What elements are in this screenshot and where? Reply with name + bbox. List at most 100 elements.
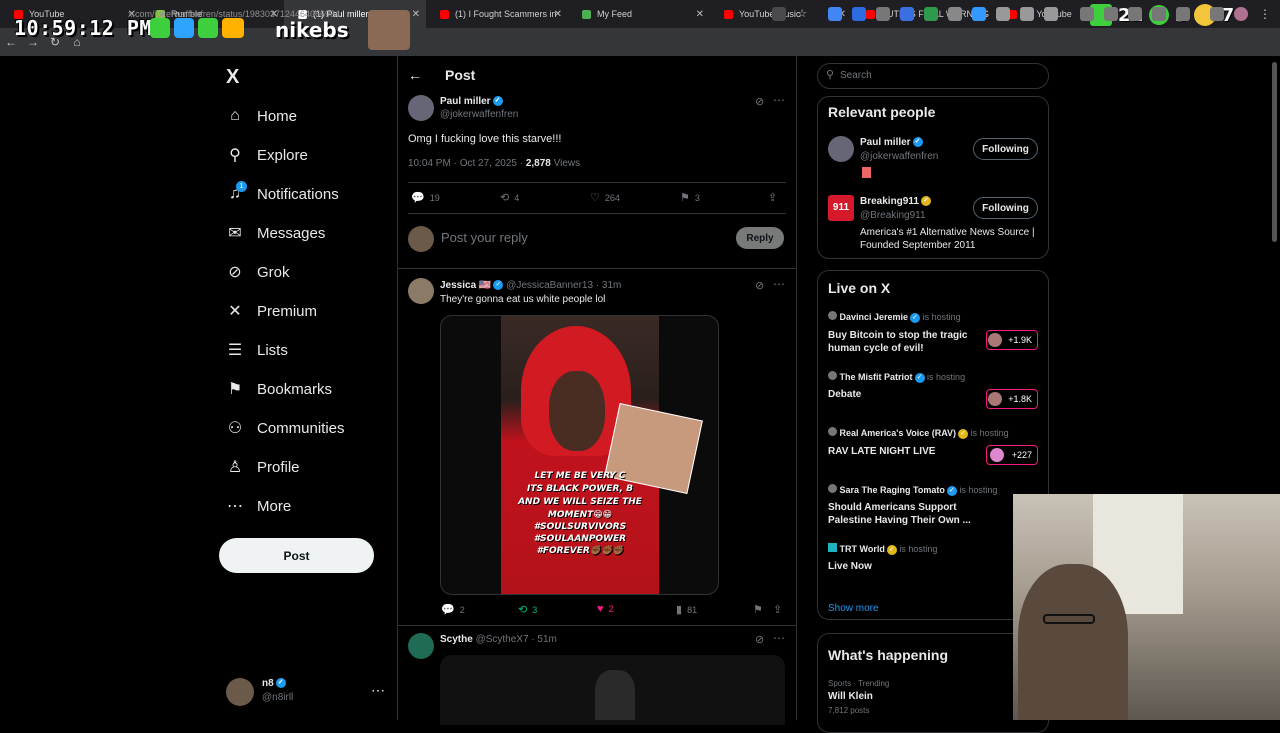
devtools-icon[interactable] xyxy=(1128,7,1142,21)
post-text: Omg I fucking love this starve!!! xyxy=(408,133,562,145)
reply-input[interactable]: Post your reply xyxy=(441,230,528,245)
avatar xyxy=(828,484,837,493)
avatar[interactable] xyxy=(828,136,854,162)
sidebar-item-premium[interactable]: ✕ Premium xyxy=(226,297,317,325)
more-options-icon[interactable]: ⋯ xyxy=(371,682,385,699)
reply-action[interactable]: 💬 19 xyxy=(411,191,440,204)
home-icon: ⌂ xyxy=(230,107,240,124)
live-title[interactable]: Debate xyxy=(828,388,861,401)
reply-icon: 💬 xyxy=(411,192,425,204)
post-button[interactable]: Post xyxy=(219,538,374,573)
live-host[interactable]: The Misfit Patriot ✓ is hosting xyxy=(828,371,965,383)
extension-icon[interactable] xyxy=(1176,7,1190,21)
sidebar-item-notifications[interactable]: ♫ 1 Notifications xyxy=(226,180,339,208)
like-action[interactable]: ♥ 2 xyxy=(597,603,614,615)
extension-icon[interactable] xyxy=(1020,7,1034,21)
trend-name[interactable]: Will Klein xyxy=(828,691,873,702)
live-host[interactable]: Sara The Raging Tomato ✓ is hosting xyxy=(828,484,997,496)
extension-icon[interactable] xyxy=(1104,7,1118,21)
repost-action[interactable]: ⟲ 4 xyxy=(500,191,519,204)
section-title: What's happening xyxy=(828,647,948,663)
grok-icon[interactable]: ⊘ xyxy=(755,95,764,108)
avatar[interactable] xyxy=(408,633,434,659)
reply-action[interactable]: 💬 2 xyxy=(441,603,465,616)
person-name[interactable]: Breaking911 ✓ xyxy=(860,196,931,207)
person-handle[interactable]: @Breaking911 xyxy=(860,210,926,221)
bookmark-action[interactable]: ⚑ 3 xyxy=(680,191,700,204)
live-title[interactable]: Should Americans Support Palestine Havin… xyxy=(828,501,978,527)
x-logo[interactable]: X xyxy=(226,66,239,89)
sidebar-item-label: Profile xyxy=(257,458,300,476)
search-input[interactable]: Search xyxy=(817,63,1049,89)
bookmark-icon[interactable]: ⚑ xyxy=(753,603,763,616)
extension-icon[interactable] xyxy=(876,7,890,21)
extension-icon[interactable] xyxy=(972,7,986,21)
repost-action[interactable]: ⟲ 3 xyxy=(518,603,537,616)
live-title[interactable]: Buy Bitcoin to stop the tragic human cyc… xyxy=(828,329,978,355)
person-handle[interactable]: @jokerwaffenfren xyxy=(860,151,938,162)
extension-icon[interactable] xyxy=(924,7,938,21)
install-icon[interactable] xyxy=(772,7,786,21)
extension-icon[interactable] xyxy=(852,7,866,21)
post-handle[interactable]: @jokerwaffenfren xyxy=(440,109,518,120)
sidebar-item-bookmarks[interactable]: ⚑ Bookmarks xyxy=(226,375,332,403)
sidebar-item-label: Home xyxy=(257,107,298,125)
more-icon[interactable]: ⋯ xyxy=(773,93,785,107)
more-icon[interactable]: ⋯ xyxy=(773,631,785,645)
share-icon[interactable]: ⇪ xyxy=(768,191,777,204)
person-name[interactable]: Paul miller ✓ xyxy=(860,137,923,148)
extension-icon[interactable] xyxy=(828,7,842,21)
star-icon[interactable]: ☆ xyxy=(795,7,809,21)
avatar xyxy=(988,392,1002,406)
reply-button[interactable]: Reply xyxy=(736,227,784,249)
sidebar-item-label: Premium xyxy=(257,302,318,320)
following-button[interactable]: Following xyxy=(973,197,1038,219)
avatar xyxy=(226,678,254,706)
scrollbar[interactable] xyxy=(1272,62,1277,242)
views-action[interactable]: ▮ 81 xyxy=(676,603,697,616)
search-icon: ⚲ xyxy=(229,147,241,164)
history-icon[interactable] xyxy=(1080,7,1094,21)
avatar[interactable] xyxy=(408,95,434,121)
extension-icon[interactable] xyxy=(948,7,962,21)
menu-icon[interactable]: ⋮ xyxy=(1258,7,1272,21)
sidebar-item-home[interactable]: ⌂ Home xyxy=(226,102,297,130)
extension-icon[interactable] xyxy=(1210,7,1224,21)
grok-icon[interactable]: ⊘ xyxy=(755,633,764,646)
live-host[interactable]: TRT World ✓ is hosting xyxy=(828,543,937,555)
grok-icon[interactable]: ⊘ xyxy=(755,279,764,292)
sidebar-item-grok[interactable]: ⊘ Grok xyxy=(226,258,289,286)
sidebar-item-communities[interactable]: ⚇ Communities xyxy=(226,414,345,442)
heart-filled-icon: ♥ xyxy=(597,603,604,615)
following-button[interactable]: Following xyxy=(973,138,1038,160)
live-host[interactable]: Davinci Jeremie ✓ is hosting xyxy=(828,311,961,323)
show-more-link[interactable]: Show more xyxy=(828,603,879,614)
sidebar-item-profile[interactable]: ♙ Profile xyxy=(226,453,300,481)
account-switcher[interactable]: n8 ✓ @n8irll ⋯ xyxy=(226,676,386,708)
breaking911-logo[interactable]: 911 xyxy=(828,195,854,221)
sidebar-icon[interactable] xyxy=(1152,7,1166,21)
post-author[interactable]: Paul miller ✓ xyxy=(440,96,503,107)
live-title[interactable]: Live Now xyxy=(828,560,872,573)
reply-media[interactable]: LET ME BE VERY C ITS BLACK POWER, B AND … xyxy=(440,315,719,595)
more-icon[interactable]: ⋯ xyxy=(773,277,785,291)
puzzle-icon[interactable] xyxy=(1044,7,1058,21)
avatar[interactable] xyxy=(408,278,434,304)
live-host[interactable]: Real America's Voice (RAV) ✓ is hosting xyxy=(828,427,1009,439)
emote-icon xyxy=(222,18,244,38)
share-icon[interactable]: ⇪ xyxy=(773,603,782,616)
back-arrow-icon[interactable]: ← xyxy=(408,67,422,83)
reply-header[interactable]: Jessica 🇺🇸 ✓ @JessicaBanner13 · 31m xyxy=(440,280,621,291)
extension-icon[interactable] xyxy=(900,7,914,21)
sidebar-item-messages[interactable]: ✉ Messages xyxy=(226,219,325,247)
reply-media[interactable] xyxy=(440,655,785,725)
like-action[interactable]: ♡ 264 xyxy=(590,191,620,204)
extension-icon[interactable] xyxy=(996,7,1010,21)
reply-header[interactable]: Scythe @ScytheX7 · 51m xyxy=(440,634,557,645)
sidebar-item-explore[interactable]: ⚲ Explore xyxy=(226,141,308,169)
live-title[interactable]: RAV LATE NIGHT LIVE xyxy=(828,445,935,458)
search-icon: ⚲ xyxy=(826,69,835,81)
sidebar-item-lists[interactable]: ☰ Lists xyxy=(226,336,288,364)
profile-avatar[interactable] xyxy=(1234,7,1248,21)
sidebar-item-more[interactable]: ⋯ More xyxy=(226,492,291,520)
